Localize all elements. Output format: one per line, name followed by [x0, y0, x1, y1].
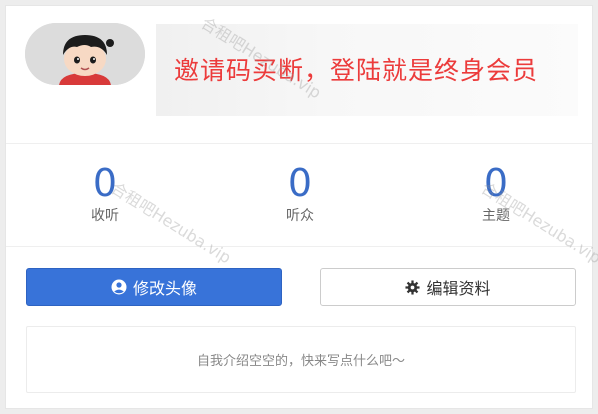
stat-following[interactable]: 0 收听 [45, 162, 165, 225]
stat-followers[interactable]: 0 听众 [240, 162, 360, 225]
gear-icon [405, 279, 421, 295]
invite-banner: 邀请码买断，登陆就是终身会员 [156, 24, 578, 116]
stat-value: 0 [287, 161, 313, 205]
user-circle-icon [111, 279, 127, 295]
stats-row: 0 收听 0 听众 0 主题 [6, 144, 592, 247]
stat-label: 收听 [91, 208, 119, 224]
stat-label: 听众 [286, 208, 314, 224]
edit-avatar-label: 修改头像 [132, 279, 197, 298]
self-intro-placeholder: 自我介绍空空的，快来写点什么吧～ [196, 354, 405, 369]
self-intro-box[interactable]: 自我介绍空空的，快来写点什么吧～ [26, 326, 576, 393]
cartoon-boy-icon [25, 23, 145, 85]
stat-topics[interactable]: 0 主题 [436, 162, 556, 225]
banner-text: 邀请码买断，登陆就是终身会员 [174, 56, 539, 85]
stat-value: 0 [483, 161, 509, 205]
stat-label: 主题 [482, 208, 510, 224]
stat-value: 0 [92, 161, 118, 205]
edit-profile-button[interactable]: 编辑资料 [320, 268, 576, 306]
profile-card: 邀请码买断，登陆就是终身会员 0 收听 0 听众 0 主题 修改头像 编辑资料 … [5, 5, 593, 409]
profile-header: 邀请码买断，登陆就是终身会员 [6, 6, 592, 144]
avatar[interactable] [25, 23, 145, 85]
edit-profile-label: 编辑资料 [426, 279, 491, 298]
edit-avatar-button[interactable]: 修改头像 [26, 268, 282, 306]
